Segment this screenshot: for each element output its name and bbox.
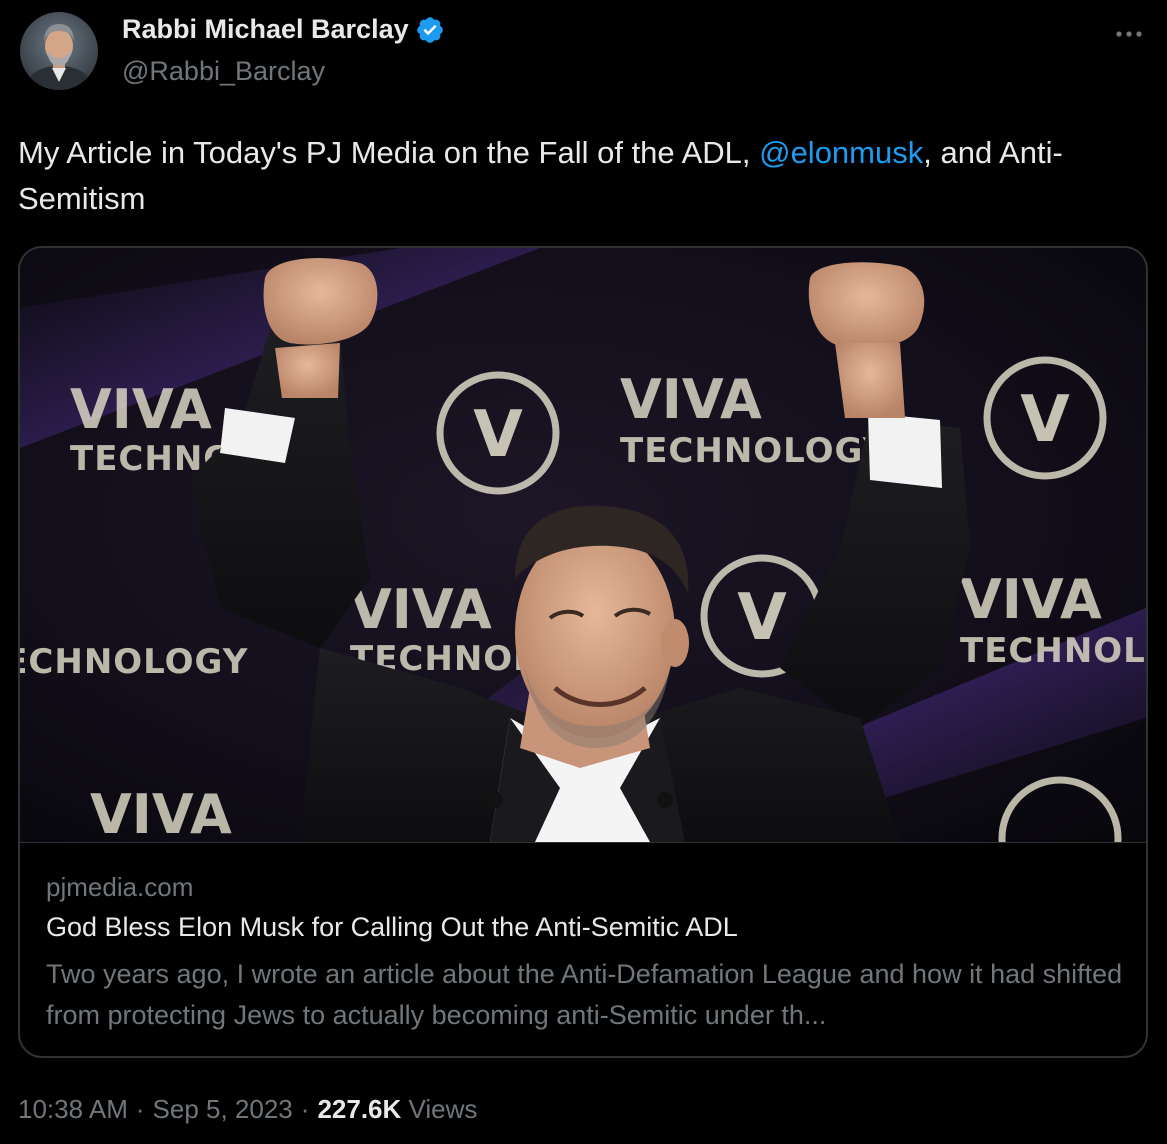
meta-separator: · [300,1094,310,1124]
tweet-meta: 10:38 AM · Sep 5, 2023 · 227.6K Views [18,1094,477,1125]
backdrop-logo-letter: V [473,398,523,472]
author-name-row: Rabbi Michael Barclay [122,14,445,45]
meta-separator: · [135,1094,145,1124]
author-handle[interactable]: @Rabbi_Barclay [122,56,325,87]
tweet-time-link[interactable]: 10:38 AM [18,1094,128,1125]
card-image: VIVA TECHNOLOGY VIVA TECHNOLOGY VIVA TEC… [20,248,1146,842]
tweet-text-part: My Article in Today's PJ Media on the Fa… [18,135,760,170]
views-group[interactable]: 227.6K Views [317,1094,477,1125]
backdrop-logo-text: VIVA [70,378,212,441]
tweet: Rabbi Michael Barclay @Rabbi_Barclay My … [0,0,1167,1144]
views-count: 227.6K [317,1094,402,1124]
backdrop-logo-text: TECHNOLOGY [960,631,1146,671]
backdrop-logo-text: VIVA [620,368,762,431]
backdrop-logo-letter: V [1020,383,1070,457]
backdrop-logo-text: TECHNOLOGY [620,431,888,471]
avatar-image [20,12,98,90]
author-name[interactable]: Rabbi Michael Barclay [122,14,409,45]
backdrop-logo-text: VIVA [960,568,1102,631]
tweet-date-link[interactable]: Sep 5, 2023 [153,1094,293,1125]
backdrop-logo-text: VIVA [90,783,232,842]
author-avatar[interactable] [20,12,98,90]
backdrop-logo-text: VIVA [350,578,492,641]
tweet-text: My Article in Today's PJ Media on the Fa… [18,130,1138,222]
card-domain: pjmedia.com [46,872,194,902]
mention-link[interactable]: @elonmusk [759,135,923,170]
verified-badge-icon [415,15,445,45]
link-card[interactable]: VIVA TECHNOLOGY VIVA TECHNOLOGY VIVA TEC… [18,246,1148,1058]
card-divider [20,842,1146,843]
more-options-button[interactable] [1111,16,1147,52]
views-label: Views [408,1094,478,1124]
backdrop-logo-letter: V [737,581,787,655]
backdrop-logo-text: TECHNOLOGY [20,642,248,682]
more-horizontal-icon [1116,31,1142,37]
card-title[interactable]: God Bless Elon Musk for Calling Out the … [46,912,738,943]
card-description: Two years ago, I wrote an article about … [46,959,1123,1030]
